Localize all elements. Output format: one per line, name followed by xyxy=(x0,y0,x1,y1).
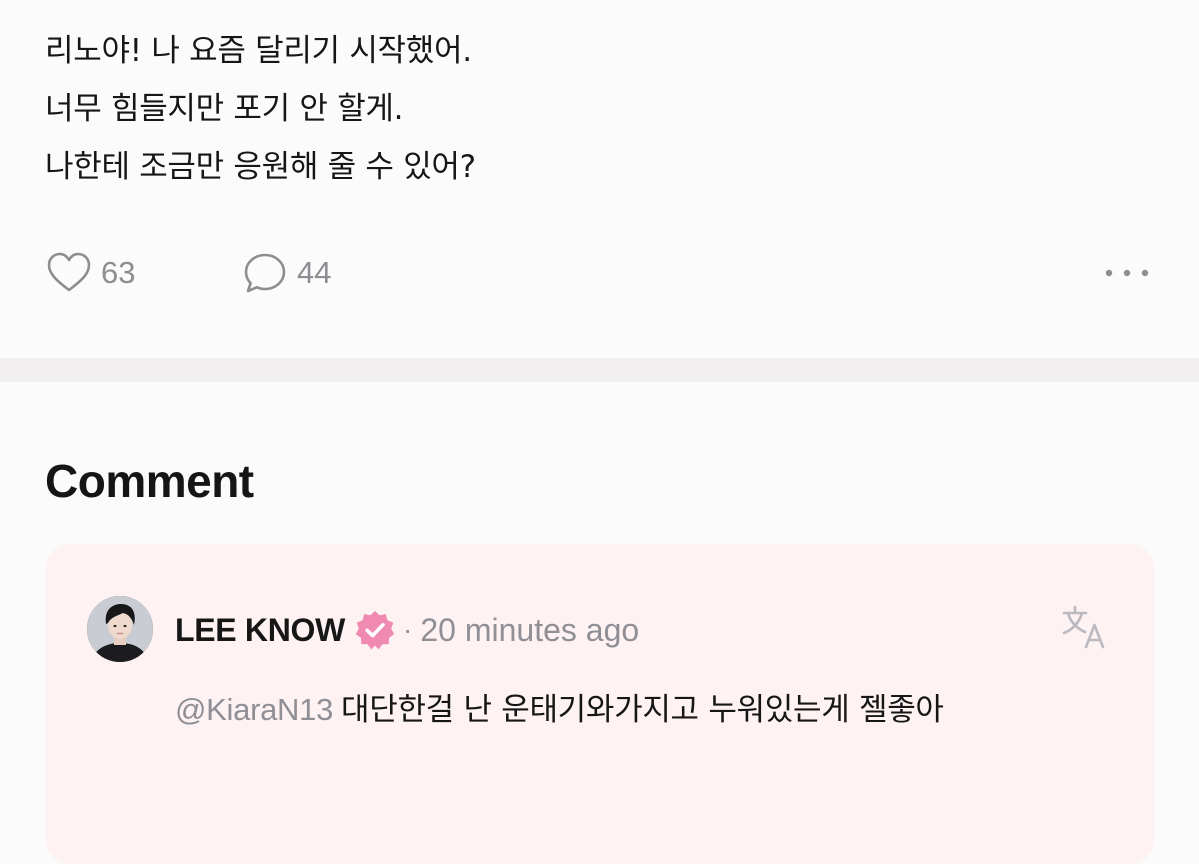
like-count: 63 xyxy=(101,255,136,290)
more-options-button[interactable] xyxy=(1099,252,1155,294)
comment-section-title: Comment xyxy=(45,455,254,507)
comment-author[interactable]: LEE KNOW xyxy=(175,612,345,649)
heart-outline-icon xyxy=(45,249,93,297)
translate-icon xyxy=(1060,603,1108,655)
post-actions: 63 44 xyxy=(45,248,1155,298)
section-divider xyxy=(0,358,1199,382)
comment-timestamp: 20 minutes ago xyxy=(420,611,640,648)
meta-separator: · xyxy=(403,614,413,645)
comment-header: LEE KNOW · 20 minutes ago xyxy=(175,606,639,654)
comment-section: Comment LEE KNOW · 20 minutes ago @Kiara… xyxy=(0,382,1199,864)
verified-badge-icon xyxy=(353,608,397,652)
comment-text: 대단한걸 난 운태기와가지고 누워있는게 젤좋아 xyxy=(341,692,944,728)
like-button[interactable]: 63 xyxy=(45,248,135,298)
post-text-line: 너무 힘들지만 포기 안 할게. xyxy=(45,91,404,127)
translate-button[interactable] xyxy=(1059,604,1109,654)
post-text-line: 리노야! 나 요즘 달리기 시작했어. xyxy=(45,33,472,69)
more-dots-icon xyxy=(1103,264,1151,283)
comment-button[interactable]: 44 xyxy=(241,248,331,298)
post-text-line: 나한테 조금만 응원해 줄 수 있어? xyxy=(45,149,476,185)
post-body: 리노야! 나 요즘 달리기 시작했어. 너무 힘들지만 포기 안 할게. 나한테… xyxy=(45,22,1145,196)
post: 리노야! 나 요즘 달리기 시작했어. 너무 힘들지만 포기 안 할게. 나한테… xyxy=(0,0,1199,358)
avatar[interactable] xyxy=(87,596,153,662)
comment-body: @KiaraN13 대단한걸 난 운태기와가지고 누워있는게 젤좋아 xyxy=(175,682,1095,738)
mention-link[interactable]: @KiaraN13 xyxy=(175,692,333,727)
speech-bubble-icon xyxy=(241,249,289,297)
comment-card: LEE KNOW · 20 minutes ago @KiaraN13 대단한걸… xyxy=(45,544,1155,864)
comment-count: 44 xyxy=(297,255,332,290)
